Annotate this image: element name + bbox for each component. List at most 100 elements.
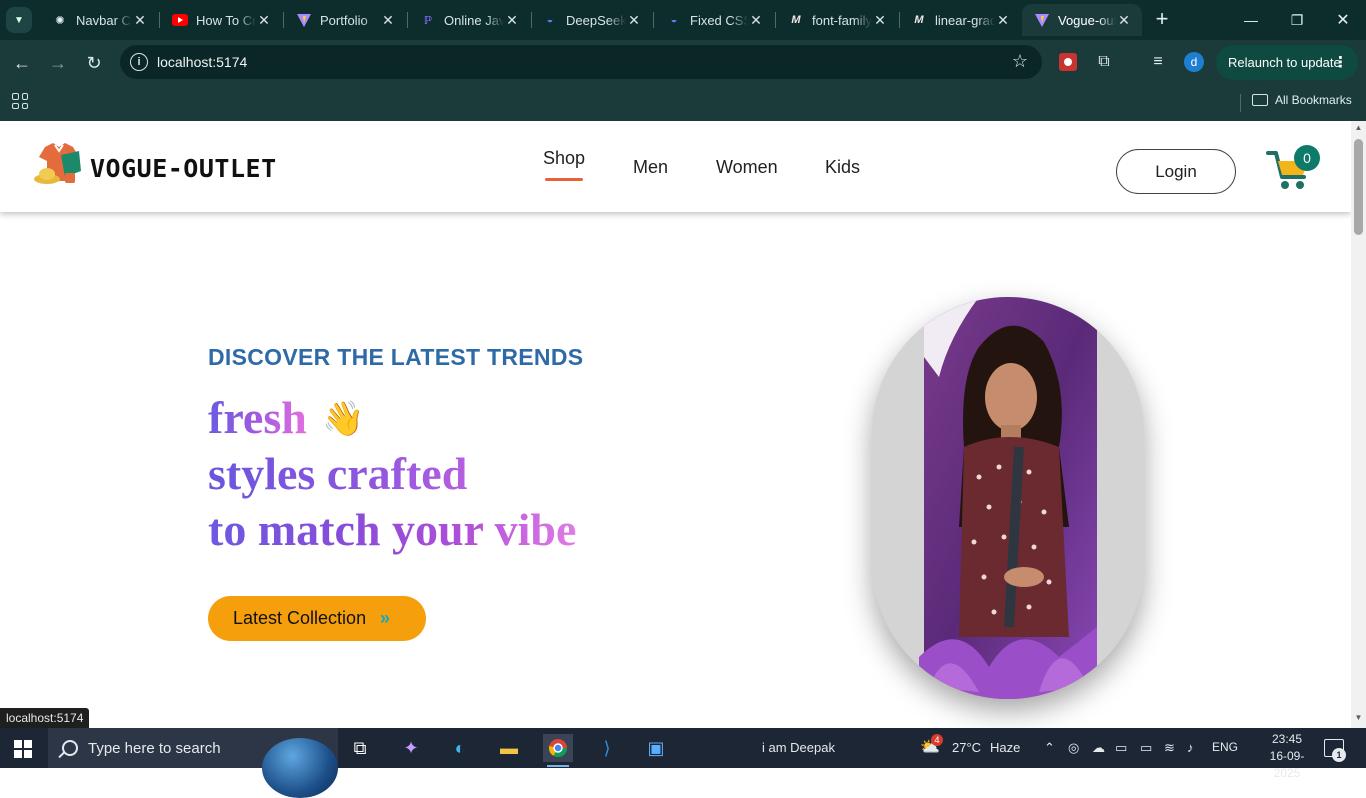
- extension-icon[interactable]: [1057, 51, 1079, 73]
- browser-tab[interactable]: ℙ Online JavaScript ✕: [408, 4, 530, 36]
- cart-count-badge: 0: [1294, 145, 1320, 171]
- close-tab-icon[interactable]: ✕: [1116, 12, 1132, 29]
- copilot-icon[interactable]: ✦: [396, 734, 426, 762]
- close-tab-icon[interactable]: ✕: [626, 12, 642, 29]
- close-tab-icon[interactable]: ✕: [132, 12, 148, 29]
- status-bar-url: localhost:5174: [0, 708, 90, 728]
- task-view-icon[interactable]: ⧉: [345, 734, 375, 762]
- close-tab-icon[interactable]: ✕: [380, 12, 396, 29]
- web-page: VOGUE-OUTLET Shop Men Women Kids Login 0…: [0, 121, 1351, 728]
- back-button[interactable]: ←: [9, 50, 35, 76]
- folder-icon: [1252, 94, 1268, 106]
- reload-button[interactable]: ↻: [81, 50, 107, 76]
- search-icon: [62, 740, 78, 756]
- notification-count: 1: [1332, 748, 1346, 762]
- vite-icon: [1034, 12, 1050, 28]
- bookmark-star-icon[interactable]: ☆: [1012, 51, 1028, 72]
- nav-shop[interactable]: Shop: [543, 148, 585, 169]
- profile-avatar[interactable]: d: [1184, 52, 1204, 72]
- browser-tab[interactable]: ◒ DeepSeek ✕: [530, 4, 652, 36]
- speaker-icon[interactable]: ♪: [1187, 740, 1194, 755]
- forward-button[interactable]: →: [45, 50, 71, 76]
- apps-grid-icon[interactable]: [12, 93, 28, 109]
- hero-line-3: to match your vibe: [208, 504, 577, 555]
- waving-hand-emoji: 👋: [322, 400, 365, 438]
- tab-title: DeepSeek: [566, 12, 626, 28]
- windows-start-icon[interactable]: [14, 740, 32, 758]
- browser-toolbar: ← → ↻ i localhost:5174 ☆ ⧉ ≡ d Relaunch …: [0, 40, 1366, 85]
- media-controls-icon[interactable]: ≡: [1147, 51, 1169, 73]
- tray-app-icon[interactable]: ◎: [1068, 740, 1079, 756]
- url-text[interactable]: localhost:5174: [157, 54, 247, 70]
- clock-date: 16-09-2025: [1269, 749, 1305, 780]
- chatgpt-icon: ✺: [55, 14, 65, 27]
- all-bookmarks-label: All Bookmarks: [1275, 93, 1352, 107]
- clock-time: 23:45: [1271, 732, 1303, 746]
- close-tab-icon[interactable]: ✕: [256, 12, 272, 29]
- minimize-button[interactable]: —: [1228, 0, 1274, 40]
- browser-tab[interactable]: M linear-gradient ✕: [899, 4, 1021, 36]
- login-button[interactable]: Login: [1116, 149, 1236, 194]
- latest-collection-button[interactable]: Latest Collection »: [208, 596, 426, 641]
- relaunch-update-button[interactable]: Relaunch to update ⋮: [1216, 45, 1358, 80]
- tab-title: font-family: [812, 12, 872, 28]
- relaunch-label: Relaunch to update: [1228, 55, 1341, 70]
- temperature: 27°C: [952, 740, 982, 755]
- close-tab-icon[interactable]: ✕: [504, 12, 520, 29]
- close-tab-icon[interactable]: ✕: [748, 12, 764, 29]
- page-scrollbar[interactable]: ▲ ▼: [1351, 121, 1366, 728]
- mdn-icon: M: [914, 14, 924, 26]
- wifi-icon[interactable]: ≋: [1164, 740, 1175, 756]
- taskbar-user-text: i am Deepak: [762, 740, 835, 755]
- deepseek-icon: ◒: [670, 14, 678, 26]
- logo-clothes-icon: [34, 143, 81, 184]
- extensions-puzzle-icon[interactable]: ⧉: [1093, 51, 1115, 73]
- scroll-up-icon[interactable]: ▲: [1354, 123, 1363, 132]
- vscode-icon[interactable]: ⟩: [592, 734, 622, 762]
- battery-icon[interactable]: ▭: [1140, 740, 1152, 756]
- scroll-down-icon[interactable]: ▼: [1354, 713, 1363, 722]
- tab-title: linear-gradient: [935, 12, 995, 28]
- mdn-icon: M: [791, 14, 801, 26]
- tab-title: Online JavaScript: [444, 12, 504, 28]
- close-tab-icon[interactable]: ✕: [872, 12, 888, 29]
- hero-line-1: fresh: [208, 392, 307, 443]
- site-navbar: VOGUE-OUTLET Shop Men Women Kids Login 0: [0, 121, 1351, 212]
- more-menu-icon[interactable]: ⋮: [1333, 53, 1348, 71]
- scrollbar-thumb[interactable]: [1354, 139, 1363, 235]
- site-info-icon[interactable]: i: [130, 53, 148, 71]
- browser-tab[interactable]: ✺ Navbar CSS ✕: [40, 4, 158, 36]
- close-tab-icon[interactable]: ✕: [995, 12, 1011, 29]
- nav-women[interactable]: Women: [716, 157, 778, 178]
- chevron-up-icon[interactable]: ⌃: [1044, 740, 1055, 756]
- vite-icon: [296, 12, 312, 28]
- chrome-icon[interactable]: [543, 734, 573, 767]
- browser-tab[interactable]: M font-family ✕: [776, 4, 898, 36]
- double-chevron-right-icon: »: [380, 608, 390, 628]
- windows-taskbar: Type here to search ⧉ ✦ ◐ ▬ ⟩ ▣ i am Dee…: [0, 728, 1366, 798]
- screen-icon[interactable]: ▭: [1115, 740, 1127, 756]
- cta-label: Latest Collection: [233, 608, 367, 628]
- restore-button[interactable]: ❐: [1274, 0, 1320, 40]
- onedrive-icon[interactable]: ☁: [1092, 740, 1105, 756]
- language-indicator[interactable]: ENG: [1212, 740, 1238, 754]
- nav-men[interactable]: Men: [633, 157, 668, 178]
- file-explorer-icon[interactable]: ▬: [494, 734, 524, 762]
- close-window-button[interactable]: ✕: [1320, 0, 1366, 40]
- browser-tab[interactable]: ◒ Fixed CSS ✕: [654, 4, 774, 36]
- browser-tab-active[interactable]: Vogue-outlet ✕: [1022, 4, 1142, 36]
- browser-tab[interactable]: Portfolio ✕: [284, 4, 406, 36]
- nav-kids[interactable]: Kids: [825, 157, 860, 178]
- site-logo-text[interactable]: VOGUE-OUTLET: [90, 154, 277, 183]
- new-tab-button[interactable]: +: [1150, 8, 1174, 32]
- photos-icon[interactable]: ▣: [641, 734, 671, 762]
- browser-tab[interactable]: How To Create ✕: [160, 4, 282, 36]
- taskbar-clock[interactable]: 23:45 16-09-2025: [1262, 731, 1312, 782]
- address-bar[interactable]: i localhost:5174 ☆: [120, 45, 1042, 79]
- all-bookmarks-button[interactable]: All Bookmarks: [1252, 93, 1352, 107]
- edge-icon[interactable]: ◐: [445, 734, 475, 762]
- search-placeholder: Type here to search: [88, 739, 221, 757]
- tab-search-button[interactable]: ▼: [6, 7, 32, 33]
- youtube-icon: [172, 12, 188, 28]
- nav-active-underline: [545, 178, 583, 181]
